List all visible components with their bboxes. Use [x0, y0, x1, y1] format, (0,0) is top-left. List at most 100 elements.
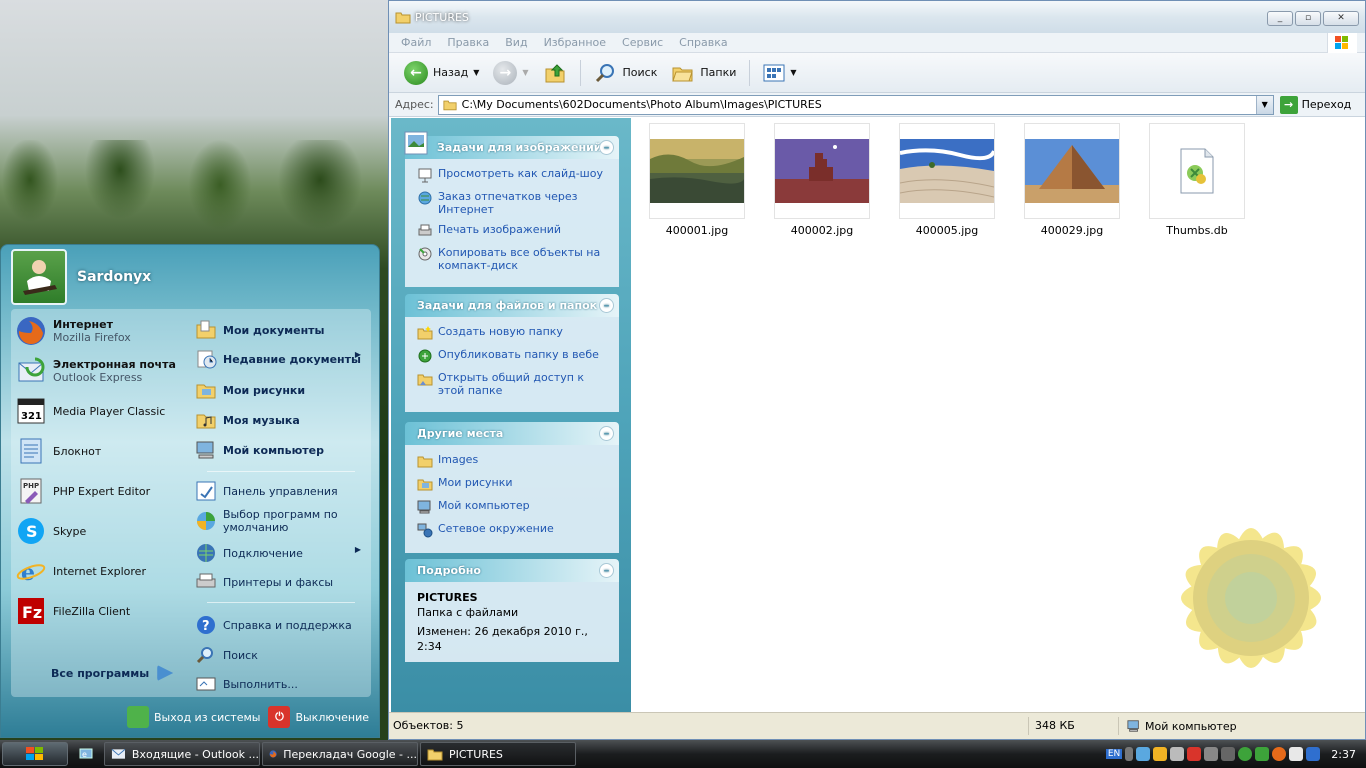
shutdown-button[interactable]: ⏻ Выключение — [268, 706, 369, 728]
collapse-icon[interactable]: – — [599, 298, 614, 313]
menu-edit[interactable]: Правка — [447, 36, 489, 49]
file-item[interactable]: 400005.jpg — [894, 123, 1000, 237]
other-places-header[interactable]: Другие места – — [405, 422, 619, 445]
antivirus-icon[interactable] — [1204, 747, 1219, 761]
search-button[interactable]: Поиск — [589, 59, 663, 87]
program-firefox[interactable]: Интернет Mozilla Firefox — [15, 315, 191, 347]
volume-icon[interactable] — [1170, 747, 1185, 761]
file-item[interactable]: 400029.jpg — [1019, 123, 1125, 237]
status-size: 348 КБ — [1029, 717, 1119, 735]
link-search[interactable]: Поиск — [195, 641, 367, 669]
menu-tools[interactable]: Сервис — [622, 36, 663, 49]
svg-text:S: S — [26, 522, 38, 541]
link-control-panel[interactable]: Панель управления — [195, 478, 367, 504]
avatar[interactable] — [11, 249, 67, 305]
link-my-music[interactable]: Моя музыка — [195, 405, 367, 435]
link-my-documents[interactable]: Мои документы — [195, 317, 367, 343]
image-tasks-header[interactable]: Задачи для изображений – — [404, 131, 619, 159]
folders-button[interactable]: Папки — [666, 59, 741, 87]
program-media-player-classic[interactable]: 321 Media Player Classic — [15, 395, 191, 427]
computer-icon — [196, 441, 214, 459]
task-order-prints[interactable]: Заказ отпечатков через Интернет — [417, 190, 609, 216]
taskbar-task-pictures[interactable]: PICTURES — [420, 742, 576, 766]
program-outlook-express[interactable]: Электронная почта Outlook Express — [15, 355, 191, 387]
menu-file[interactable]: Файл — [401, 36, 431, 49]
collapse-icon[interactable]: – — [599, 563, 614, 578]
maximize-button[interactable]: ▫ — [1295, 11, 1321, 26]
clock[interactable]: 2:37 — [1331, 748, 1356, 761]
file-tasks-header[interactable]: Задачи для файлов и папок – — [405, 294, 619, 317]
run-icon — [196, 677, 216, 691]
program-php-expert-editor[interactable]: PHP PHP Expert Editor — [15, 475, 191, 507]
link-run[interactable]: Выполнить... — [195, 669, 367, 699]
network-icon[interactable] — [1136, 747, 1151, 761]
program-notepad[interactable]: Блокнот — [15, 435, 191, 467]
language-indicator[interactable]: EN — [1105, 749, 1123, 759]
back-dropdown-icon[interactable]: ▼ — [473, 68, 479, 77]
start-button[interactable] — [2, 742, 68, 766]
views-button[interactable]: ▼ — [758, 59, 801, 87]
place-my-computer[interactable]: Мой компьютер — [417, 499, 609, 515]
collapse-icon[interactable]: – — [599, 426, 614, 441]
collapse-icon[interactable]: – — [599, 140, 614, 155]
program-skype[interactable]: S Skype — [15, 515, 191, 547]
menu-help[interactable]: Справка — [679, 36, 727, 49]
link-my-pictures[interactable]: Мои рисунки — [195, 375, 367, 405]
go-button[interactable]: → Переход — [1279, 95, 1351, 114]
up-button[interactable] — [538, 59, 572, 87]
minimize-button[interactable]: _ — [1267, 11, 1293, 26]
link-default-programs[interactable]: Выбор программ по умолчанию — [195, 504, 367, 538]
logoff-button[interactable]: Выход из системы — [126, 706, 260, 728]
task-new-folder[interactable]: Создать новую папку — [417, 325, 609, 341]
keyboard-icon[interactable] — [1289, 747, 1304, 761]
program-internet-explorer[interactable]: e Internet Explorer — [15, 555, 191, 587]
forward-button[interactable]: → ▼ — [488, 59, 533, 87]
link-label: Выбор программ по умолчанию — [223, 508, 338, 534]
file-item[interactable]: 400001.jpg — [644, 123, 750, 237]
forward-dropdown-icon[interactable]: ▼ — [522, 68, 528, 77]
menu-view[interactable]: Вид — [505, 36, 527, 49]
place-network[interactable]: Сетевое окружение — [417, 522, 609, 538]
folder-icon — [417, 456, 433, 468]
link-help-support[interactable]: ? Справка и поддержка — [195, 609, 367, 641]
place-my-pictures[interactable]: Мои рисунки — [417, 476, 609, 492]
orange-app-icon[interactable] — [1272, 747, 1287, 761]
link-my-computer[interactable]: Мой компьютер — [195, 435, 367, 465]
taskbar-task-outlook[interactable]: Входящие - Outlook ... — [104, 742, 260, 766]
globe-icon — [418, 191, 432, 205]
address-input[interactable]: C:\My Documents\602Documents\Photo Album… — [437, 94, 1274, 115]
all-programs-button[interactable]: Все программы — [51, 665, 174, 681]
task-share-folder[interactable]: Открыть общий доступ к этой папке — [417, 371, 609, 397]
blue-app-icon[interactable] — [1306, 747, 1321, 761]
program-filezilla[interactable]: Fz FileZilla Client — [15, 595, 191, 627]
file-item[interactable]: 400002.jpg — [769, 123, 875, 237]
title-bar[interactable]: PICTURES _ ▫ ✕ — [389, 1, 1365, 33]
green-circle-icon[interactable] — [1238, 747, 1253, 761]
taskbar-task-firefox[interactable]: Перекладач Google - ... — [262, 742, 418, 766]
thumbnail — [774, 123, 870, 219]
task-print-images[interactable]: Печать изображений — [417, 223, 609, 239]
task-label: Копировать все объекты на компакт-диск — [438, 246, 601, 272]
link-printers[interactable]: Принтеры и факсы — [195, 568, 367, 596]
tray-chevron-icon[interactable] — [1125, 747, 1134, 761]
tool-icon[interactable] — [1221, 747, 1236, 761]
outlook-express-icon — [18, 357, 45, 382]
address-bar: Адрес: C:\My Documents\602Documents\Phot… — [389, 93, 1365, 117]
show-desktop-icon[interactable]: e — [78, 746, 94, 762]
shield-icon[interactable] — [1153, 747, 1168, 761]
place-images[interactable]: Images — [417, 453, 609, 469]
address-dropdown-button[interactable]: ▼ — [1255, 95, 1273, 114]
close-button[interactable]: ✕ — [1323, 11, 1359, 26]
link-connect-to[interactable]: Подключение ▶ — [195, 538, 367, 568]
bluetooth-icon[interactable] — [1255, 747, 1270, 761]
security-alert-icon[interactable] — [1187, 747, 1202, 761]
menu-favorites[interactable]: Избранное — [544, 36, 606, 49]
details-header[interactable]: Подробно – — [405, 559, 619, 582]
link-recent-documents[interactable]: Недавние документы ▶ — [195, 343, 367, 375]
task-publish-web[interactable]: Опубликовать папку в вебе — [417, 348, 609, 364]
task-slideshow[interactable]: Просмотреть как слайд-шоу — [417, 167, 609, 183]
back-button[interactable]: ← Назад ▼ — [399, 59, 484, 87]
task-copy-to-cd[interactable]: Копировать все объекты на компакт-диск — [417, 246, 609, 272]
file-item[interactable]: Thumbs.db — [1144, 123, 1250, 237]
internet-explorer-icon: e — [16, 560, 46, 586]
